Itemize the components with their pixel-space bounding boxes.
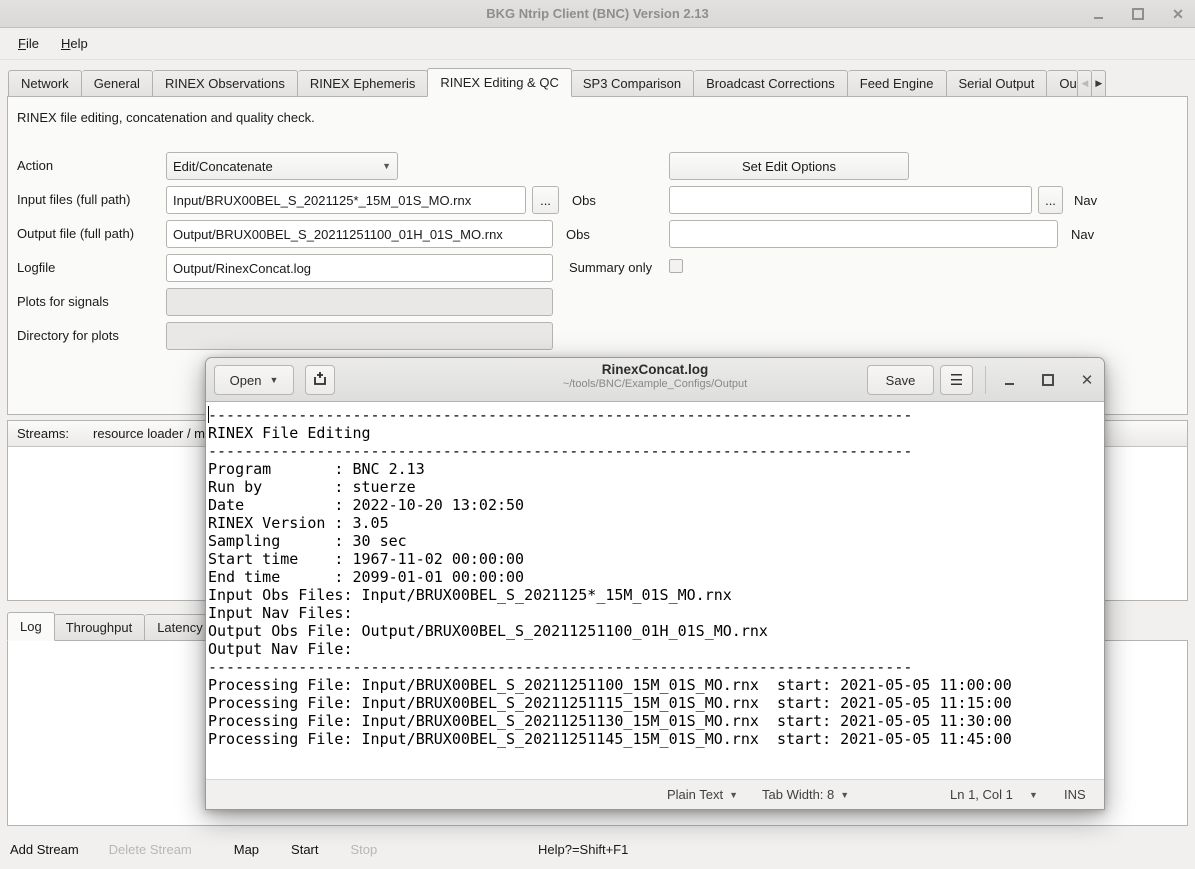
output-file-label: Output file (full path) bbox=[17, 226, 134, 241]
tab-serial-output[interactable]: Serial Output bbox=[947, 70, 1048, 97]
save-button[interactable]: Save bbox=[867, 365, 934, 395]
document-title: RinexConcat.log bbox=[456, 362, 854, 377]
document-path: ~/tools/BNC/Example_Configs/Output bbox=[456, 378, 854, 390]
delete-stream-button: Delete Stream bbox=[99, 842, 202, 857]
action-combobox[interactable]: Edit/Concatenate ▼ bbox=[166, 152, 398, 180]
bnc-main-window: BKG Ntrip Client (BNC) Version 2.13 ✕ Fi… bbox=[0, 0, 1195, 869]
open-button[interactable]: Open ▼ bbox=[214, 365, 294, 395]
input-obs-tag: Obs bbox=[572, 193, 596, 208]
dir-plots-label: Directory for plots bbox=[17, 328, 119, 343]
main-titlebar[interactable]: BKG Ntrip Client (BNC) Version 2.13 ✕ bbox=[0, 0, 1195, 28]
chevron-down-icon: ▼ bbox=[729, 790, 738, 800]
new-document-button[interactable] bbox=[305, 365, 335, 395]
stop-button: Stop bbox=[341, 842, 388, 857]
new-document-icon bbox=[312, 371, 328, 390]
logfile-label: Logfile bbox=[17, 260, 55, 275]
input-nav-tag: Nav bbox=[1074, 193, 1097, 208]
tab-rinex-ephemeris[interactable]: RINEX Ephemeris bbox=[298, 70, 428, 97]
main-window-title: BKG Ntrip Client (BNC) Version 2.13 bbox=[486, 6, 708, 21]
add-stream-button[interactable]: Add Stream bbox=[0, 842, 89, 857]
log-file-content: ----------------------------------------… bbox=[206, 402, 1104, 748]
tab-network[interactable]: Network bbox=[8, 70, 82, 97]
panel-description: RINEX file editing, concatenation and qu… bbox=[17, 110, 315, 125]
input-files-nav-field[interactable] bbox=[669, 186, 1032, 214]
hamburger-menu-button[interactable]: ☰ bbox=[940, 365, 973, 395]
chevron-down-icon: ▼ bbox=[269, 375, 278, 385]
summary-only-label: Summary only bbox=[569, 260, 652, 275]
output-file-obs-field[interactable]: Output/BRUX00BEL_S_20211251100_01H_01S_M… bbox=[166, 220, 553, 248]
tab-log[interactable]: Log bbox=[7, 612, 55, 641]
cursor-position-label: Ln 1, Col 1 bbox=[950, 787, 1013, 802]
tab-rinex-observations[interactable]: RINEX Observations bbox=[153, 70, 298, 97]
text-editing-area[interactable]: ----------------------------------------… bbox=[206, 402, 1104, 780]
text-cursor bbox=[208, 406, 209, 423]
plots-label: Plots for signals bbox=[17, 294, 109, 309]
output-nav-tag: Nav bbox=[1071, 227, 1094, 242]
dir-plots-field bbox=[166, 322, 553, 350]
menu-file[interactable]: File bbox=[8, 32, 49, 55]
input-files-obs-field[interactable]: Input/BRUX00BEL_S_2021125*_15M_01S_MO.rn… bbox=[166, 186, 526, 214]
tab-width-dropdown[interactable]: Tab Width: 8 ▼ bbox=[762, 787, 849, 802]
close-icon[interactable]: ✕ bbox=[1171, 7, 1185, 21]
chevron-down-icon: ▼ bbox=[382, 161, 391, 171]
tab-throughput[interactable]: Throughput bbox=[54, 614, 146, 641]
help-hint: Help?=Shift+F1 bbox=[538, 842, 628, 857]
log-tabbar: Log Throughput Latency bbox=[8, 612, 216, 641]
tab-sp3-comparison[interactable]: SP3 Comparison bbox=[571, 70, 694, 97]
gedit-window: Open ▼ RinexConcat.log ~/tools/BNC/Examp… bbox=[205, 357, 1105, 810]
output-obs-tag: Obs bbox=[566, 227, 590, 242]
streams-label: Streams: bbox=[17, 426, 69, 441]
tab-scroll-right-icon[interactable]: ▶ bbox=[1092, 70, 1106, 97]
maximize-icon[interactable] bbox=[1131, 7, 1145, 21]
bottom-action-bar: Add Stream Delete Stream Map Start Stop … bbox=[0, 830, 1195, 869]
output-file-nav-field[interactable] bbox=[669, 220, 1058, 248]
action-label: Action bbox=[17, 158, 53, 173]
tab-outages-clipped[interactable]: Ou bbox=[1047, 70, 1078, 97]
insert-mode-indicator: INS bbox=[1064, 787, 1086, 802]
minimize-icon[interactable] bbox=[1091, 7, 1105, 21]
menubar: File Help bbox=[0, 28, 1195, 60]
tab-scroll-left-icon: ◀ bbox=[1078, 70, 1092, 97]
highlight-mode-dropdown[interactable]: Plain Text ▼ bbox=[667, 787, 738, 802]
tab-rinex-editing-qc[interactable]: RINEX Editing & QC bbox=[427, 68, 572, 97]
line-col-dropdown-icon[interactable]: ▼ bbox=[1029, 790, 1038, 800]
editor-close-icon[interactable]: ✕ bbox=[1080, 373, 1094, 387]
main-tabbar: Network General RINEX Observations RINEX… bbox=[8, 68, 1106, 97]
editor-maximize-icon[interactable] bbox=[1041, 373, 1055, 387]
start-button[interactable]: Start bbox=[281, 842, 328, 857]
input-nav-browse-button[interactable]: ... bbox=[1038, 186, 1063, 214]
input-obs-browse-button[interactable]: ... bbox=[532, 186, 559, 214]
editor-minimize-icon[interactable] bbox=[1002, 373, 1016, 387]
tab-feed-engine[interactable]: Feed Engine bbox=[848, 70, 947, 97]
map-button[interactable]: Map bbox=[224, 842, 269, 857]
editor-statusbar: Plain Text ▼ Tab Width: 8 ▼ Ln 1, Col 1 … bbox=[206, 779, 1104, 809]
tab-general[interactable]: General bbox=[82, 70, 153, 97]
tab-broadcast-corrections[interactable]: Broadcast Corrections bbox=[694, 70, 848, 97]
menu-help[interactable]: Help bbox=[51, 32, 98, 55]
chevron-down-icon: ▼ bbox=[840, 790, 849, 800]
plots-field bbox=[166, 288, 553, 316]
header-separator bbox=[985, 366, 986, 394]
logfile-field[interactable]: Output/RinexConcat.log bbox=[166, 254, 553, 282]
gedit-headerbar[interactable]: Open ▼ RinexConcat.log ~/tools/BNC/Examp… bbox=[206, 358, 1104, 402]
set-edit-options-button[interactable]: Set Edit Options bbox=[669, 152, 909, 180]
input-files-label: Input files (full path) bbox=[17, 192, 130, 207]
summary-only-checkbox[interactable] bbox=[669, 259, 683, 273]
